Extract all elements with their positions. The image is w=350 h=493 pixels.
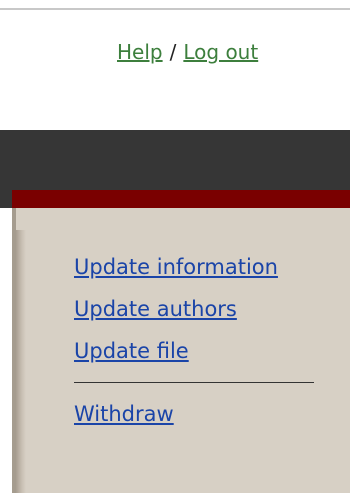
update-authors-link[interactable]: Update authors	[74, 288, 314, 330]
top-border	[0, 0, 350, 10]
withdraw-link[interactable]: Withdraw	[74, 393, 314, 435]
user-links: Help / Log out	[117, 40, 258, 64]
menu-divider	[74, 382, 314, 383]
user-links-separator: /	[169, 40, 177, 64]
logout-link[interactable]: Log out	[183, 40, 258, 64]
update-information-link[interactable]: Update information	[74, 246, 314, 288]
help-link[interactable]: Help	[117, 40, 163, 64]
update-file-link[interactable]: Update file	[74, 330, 314, 372]
panel-shadow	[16, 230, 26, 493]
actions-menu: Update information Update authors Update…	[74, 246, 314, 435]
